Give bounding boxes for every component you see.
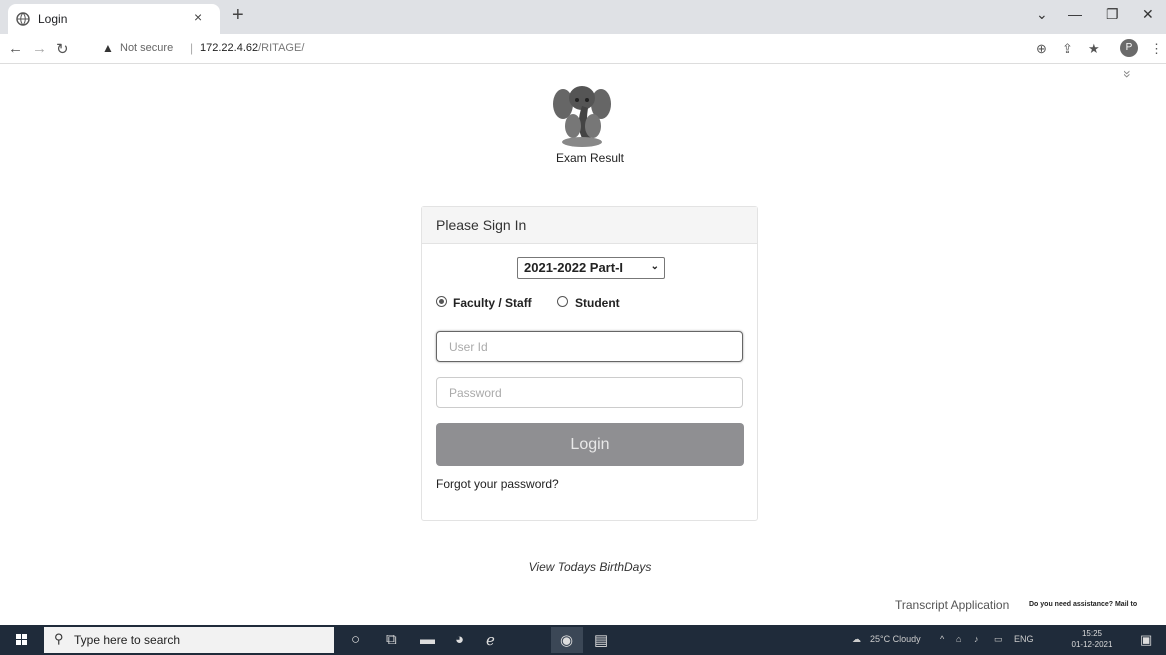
windows-taskbar: ⚲ Type here to search ○ ⧉ ▬ ℯ ◕ ◉ ▤ ☁ 25…	[0, 625, 1166, 655]
file-explorer-icon[interactable]: ▬	[420, 631, 435, 648]
close-window-icon[interactable]: ✕	[1142, 6, 1154, 23]
student-radio[interactable]	[557, 296, 568, 307]
clock-date: 01-12-2021	[1071, 640, 1113, 649]
url-text: 172.22.4.62/RITAGE/	[200, 42, 304, 54]
reload-icon[interactable]: ↻	[56, 40, 69, 58]
tab-search-icon[interactable]: ⌄	[1036, 6, 1048, 23]
faculty-staff-label[interactable]: Faculty / Staff	[453, 296, 532, 310]
new-tab-button[interactable]: +	[232, 4, 244, 27]
forward-icon[interactable]: →	[32, 40, 47, 57]
profile-avatar[interactable]: P	[1120, 39, 1138, 57]
tray-chevron-icon[interactable]: ^	[940, 634, 944, 644]
minimize-icon[interactable]: —	[1068, 6, 1082, 22]
chevron-down-icon: ⌄	[650, 261, 659, 272]
back-icon[interactable]: ←	[8, 40, 23, 57]
app-icon[interactable]: ◕	[455, 631, 464, 648]
task-view-icon[interactable]: ⧉	[386, 631, 397, 648]
chrome-icon: ◉	[560, 632, 574, 649]
volume-icon[interactable]: ♪	[974, 634, 979, 644]
session-select-value: 2021-2022 Part-I	[524, 260, 624, 275]
url-host: 172.22.4.62	[200, 42, 259, 54]
bookmark-star-icon[interactable]: ★	[1088, 41, 1100, 57]
system-clock[interactable]: 15:25 01-12-2021	[1070, 628, 1114, 650]
notification-icon[interactable]: ▣	[1140, 632, 1152, 648]
tab-title: Login	[38, 12, 68, 26]
menu-kebab-icon[interactable]: ⋮	[1150, 41, 1163, 57]
windows-start-icon[interactable]	[0, 625, 44, 655]
signin-panel: Please Sign In 2021-2022 Part-I ⌄ Facult…	[421, 206, 758, 521]
clock-time: 15:25	[1081, 629, 1103, 638]
url-path: /RITAGE/	[258, 42, 305, 54]
student-label[interactable]: Student	[575, 296, 620, 310]
taskbar-search-box[interactable]: ⚲ Type here to search	[44, 627, 334, 653]
share-icon[interactable]: ⇪	[1062, 41, 1073, 57]
faculty-staff-radio[interactable]	[436, 296, 447, 307]
double-chevron-icon[interactable]: »	[1120, 70, 1136, 78]
assistance-text: Do you need assistance? Mail to	[1029, 601, 1138, 608]
browser-toolbar: ← → ↻ ▲ Not secure | 172.22.4.62/RITAGE/…	[0, 34, 1166, 64]
app-caption: Exam Result	[555, 151, 625, 165]
signin-panel-header: Please Sign In	[422, 207, 757, 244]
globe-icon	[16, 12, 30, 26]
session-select[interactable]: 2021-2022 Part-I ⌄	[517, 257, 665, 279]
word-icon[interactable]: ▤	[594, 631, 608, 649]
signin-title: Please Sign In	[436, 217, 527, 233]
transcript-application-link[interactable]: Transcript Application	[895, 598, 1009, 612]
weather-icon[interactable]: ☁	[852, 634, 861, 645]
login-button[interactable]: Login	[436, 423, 744, 466]
view-birthdays-link[interactable]: View Todays BirthDays	[480, 560, 700, 574]
address-separator: |	[190, 41, 194, 55]
address-bar[interactable]: ▲ Not secure | 172.22.4.62/RITAGE/	[96, 38, 1106, 60]
user-id-input[interactable]	[436, 331, 743, 362]
zoom-icon[interactable]: ⊕	[1036, 41, 1047, 57]
browser-tab[interactable]: Login ×	[8, 4, 220, 34]
forgot-password-link[interactable]: Forgot your password?	[436, 477, 559, 491]
warning-icon: ▲	[102, 41, 114, 55]
network-icon[interactable]: ⌂	[956, 634, 961, 644]
not-secure-label: Not secure	[120, 42, 174, 54]
display-icon[interactable]: ▭	[994, 634, 1003, 645]
tab-close-icon[interactable]: ×	[194, 9, 202, 25]
search-icon: ⚲	[54, 631, 64, 646]
ganesha-logo	[553, 86, 611, 147]
weather-text[interactable]: 25°C Cloudy	[870, 634, 921, 644]
language-indicator[interactable]: ENG	[1014, 634, 1034, 644]
cortana-icon[interactable]: ○	[351, 631, 360, 648]
browser-tab-strip: Login × + ⌄ — ❐ ✕	[0, 0, 1166, 34]
restore-icon[interactable]: ❐	[1106, 6, 1119, 23]
taskbar-search-placeholder: Type here to search	[74, 633, 181, 647]
password-input[interactable]	[436, 377, 743, 408]
edge-icon[interactable]: ℯ	[486, 631, 495, 649]
